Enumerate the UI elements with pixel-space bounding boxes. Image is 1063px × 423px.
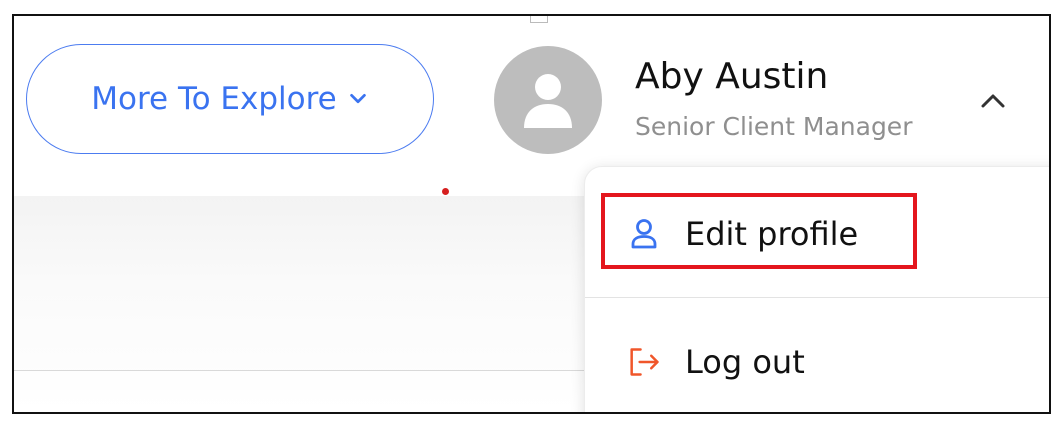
profile-menu-toggle[interactable] [976, 86, 1010, 114]
user-avatar-icon [524, 74, 572, 128]
user-name: Aby Austin [635, 56, 829, 97]
window-marker [530, 16, 548, 23]
profile-dropdown: Edit profile Log out [584, 166, 1049, 412]
avatar[interactable] [494, 46, 602, 154]
more-to-explore-label: More To Explore [91, 81, 337, 117]
edit-profile-menu-item[interactable]: Edit profile [585, 179, 1049, 289]
log-out-menu-item[interactable]: Log out [585, 307, 1049, 412]
more-to-explore-button[interactable]: More To Explore [26, 44, 434, 154]
screenshot-frame: More To Explore Aby Austin Senior Client… [12, 14, 1051, 414]
chevron-down-icon [349, 93, 366, 104]
edit-profile-label: Edit profile [685, 215, 859, 253]
chevron-up-icon [981, 94, 1005, 108]
log-out-label: Log out [685, 343, 805, 381]
logout-icon [629, 344, 661, 380]
menu-divider [585, 297, 1049, 298]
notification-dot [442, 188, 449, 195]
user-icon [629, 216, 661, 252]
user-role: Senior Client Manager [635, 112, 913, 141]
